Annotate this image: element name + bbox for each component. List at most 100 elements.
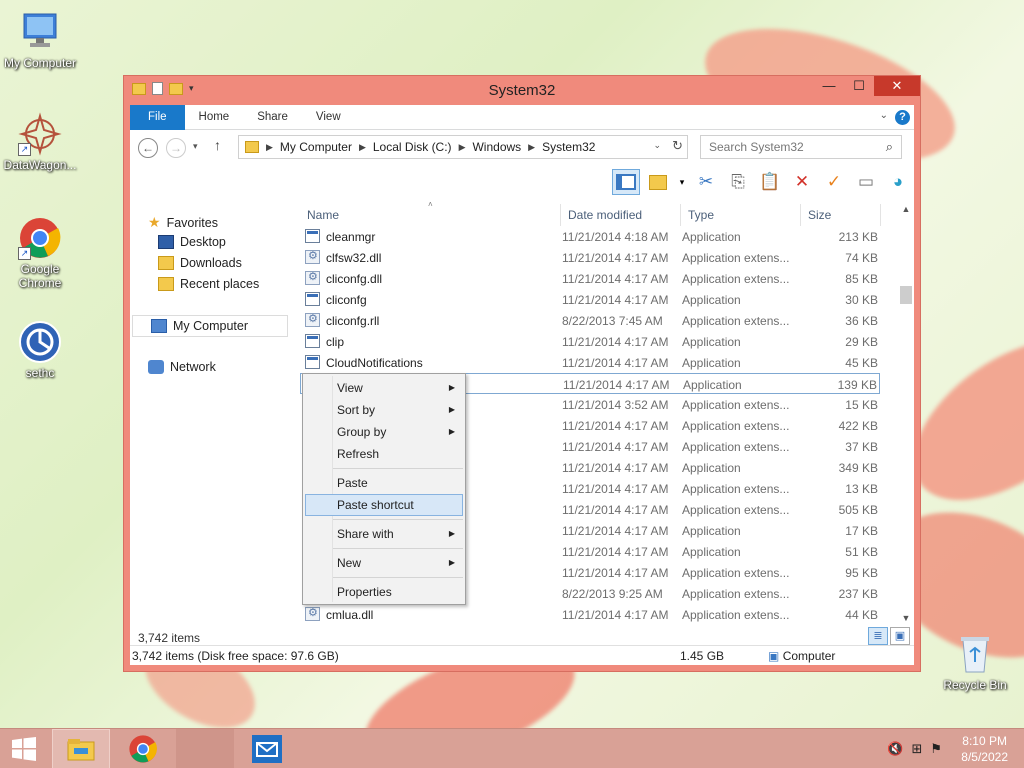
taskbar-app-blank[interactable]: [176, 729, 234, 768]
address-dropdown-icon[interactable]: ⌄: [653, 140, 661, 151]
paste-button[interactable]: 📋: [756, 169, 784, 195]
desktop-icon-my-computer[interactable]: My Computer: [0, 10, 80, 70]
table-row[interactable]: cliconfg.dll 11/21/2014 4:17 AM Applicatio…: [300, 268, 880, 289]
nav-favorites[interactable]: ★ Favorites: [148, 214, 218, 231]
minimize-button[interactable]: —: [814, 76, 844, 96]
submenu-arrow-icon: ▶: [448, 529, 455, 538]
crumb-my-computer[interactable]: My Computer: [280, 140, 352, 154]
desktop-icon-google-chrome[interactable]: ↗ Google Chrome: [0, 216, 80, 290]
table-row[interactable]: cliconfg.rll 8/22/2013 7:45 AM Application…: [300, 310, 880, 331]
menu-item-group-by[interactable]: Group by ▶: [305, 421, 463, 443]
table-row[interactable]: cleanmgr 11/21/2014 4:18 AM Application 213…: [300, 226, 880, 247]
tab-home[interactable]: Home: [185, 105, 244, 130]
taskbar-chrome[interactable]: [114, 729, 172, 768]
menu-item-view[interactable]: View ▶: [305, 377, 463, 399]
menu-item-new[interactable]: New ▶: [305, 552, 463, 574]
crumb-system32[interactable]: System32: [542, 140, 595, 154]
expand-ribbon-chevron-icon[interactable]: ⌄: [880, 110, 888, 121]
back-button[interactable]: ←: [138, 138, 158, 158]
large-icons-view-button[interactable]: ▣: [890, 627, 910, 645]
rename-button[interactable]: ✓: [820, 169, 848, 195]
close-button[interactable]: ✕: [874, 76, 920, 96]
column-header: ˄ Name Date modified Type Size: [300, 200, 902, 226]
title-bar[interactable]: ▾ System32 — ☐ ✕: [124, 76, 920, 104]
preview-pane-button[interactable]: [612, 169, 640, 195]
desktop-icon-sethc[interactable]: sethc: [0, 320, 80, 380]
folder-check-icon: [649, 174, 667, 190]
table-row[interactable]: clip 11/21/2014 4:17 AM Application 29 KB: [300, 331, 880, 352]
menu-item-properties[interactable]: Properties: [305, 581, 463, 603]
scroll-up-icon[interactable]: ▲: [898, 204, 914, 214]
nav-network[interactable]: Network: [148, 360, 216, 374]
crumb-windows[interactable]: Windows: [472, 140, 521, 154]
submenu-arrow-icon: ▶: [448, 427, 455, 436]
folder-options-button[interactable]: [644, 169, 672, 195]
shell-button[interactable]: ◕: [884, 169, 912, 195]
nav-recent-places[interactable]: Recent places: [158, 277, 259, 291]
file-type: Application: [682, 335, 741, 349]
nav-label: My Computer: [173, 319, 249, 333]
tab-file[interactable]: File: [130, 104, 185, 130]
scroll-down-icon[interactable]: ▼: [898, 613, 914, 623]
start-button[interactable]: [0, 729, 48, 768]
column-type[interactable]: Type: [688, 208, 714, 222]
address-bar[interactable]: ▶ My Computer ▶ Local Disk (C:) ▶ Window…: [238, 135, 688, 159]
column-name[interactable]: Name: [307, 208, 339, 222]
table-row[interactable]: clfsw32.dll 11/21/2014 4:17 AM Application…: [300, 247, 880, 268]
taskbar-mail[interactable]: [238, 729, 296, 768]
table-row[interactable]: CloudNotifications 11/21/2014 4:17 AM Appl…: [300, 352, 880, 373]
menu-label: Group by: [337, 425, 387, 439]
delete-button[interactable]: ✕: [788, 169, 816, 195]
desktop-icon-datawagon[interactable]: ↗ DataWagon...: [0, 112, 80, 172]
network-icon[interactable]: ⊞: [911, 741, 922, 757]
crumb-local-disk[interactable]: Local Disk (C:): [373, 140, 452, 154]
vertical-scrollbar[interactable]: ▲ ▼: [898, 200, 914, 625]
nav-my-computer[interactable]: My Computer: [132, 315, 288, 337]
scroll-thumb[interactable]: [900, 286, 912, 304]
nav-desktop[interactable]: Desktop: [158, 235, 226, 249]
menu-item-sort-by[interactable]: Sort by ▶: [305, 399, 463, 421]
table-row[interactable]: cliconfg 11/21/2014 4:17 AM Application 30 …: [300, 289, 880, 310]
file-date: 11/21/2014 4:17 AM: [562, 293, 669, 307]
volume-muted-icon[interactable]: 🔇: [887, 741, 903, 757]
forward-button[interactable]: →: [166, 138, 186, 158]
menu-item-share-with[interactable]: Share with ▶: [305, 523, 463, 545]
taskbar-file-explorer[interactable]: [52, 729, 110, 768]
tab-share[interactable]: Share: [243, 105, 302, 130]
nav-label: Desktop: [180, 235, 226, 249]
desktop-icon-label: Recycle Bin: [943, 678, 1007, 692]
delete-x-icon: ✕: [794, 172, 810, 191]
recent-locations-chevron-icon[interactable]: ▾: [193, 141, 198, 152]
column-date-modified[interactable]: Date modified: [568, 208, 642, 222]
search-input[interactable]: Search System32 ⌕: [700, 135, 902, 159]
menu-item-paste[interactable]: Paste: [305, 472, 463, 494]
crumb-separator[interactable]: ▶: [459, 142, 466, 153]
table-row[interactable]: cmlua.dll 11/21/2014 4:17 AM Application e…: [300, 604, 880, 625]
scissors-icon: ✂: [698, 172, 714, 191]
crumb-separator[interactable]: ▶: [528, 142, 535, 153]
copy-button[interactable]: ⎘: [724, 169, 752, 195]
crumb-separator[interactable]: ▶: [359, 142, 366, 153]
column-size[interactable]: Size: [808, 208, 831, 222]
help-button[interactable]: ?: [895, 110, 910, 125]
action-center-flag-icon[interactable]: ⚑: [930, 741, 942, 757]
details-view-button[interactable]: ≣: [868, 627, 888, 645]
crumb-separator[interactable]: ▶: [266, 142, 273, 153]
desktop-icon-label: DataWagon...: [3, 158, 77, 172]
folder-options-chevron-icon[interactable]: ▾: [676, 169, 688, 195]
refresh-icon[interactable]: ↻: [672, 138, 683, 154]
computer-icon: [18, 10, 62, 54]
clock[interactable]: 8:10 PM 8/5/2022: [961, 733, 1008, 765]
accessibility-icon: [18, 320, 62, 364]
properties-button[interactable]: ▭: [852, 169, 880, 195]
cut-button[interactable]: ✂: [692, 169, 720, 195]
up-button[interactable]: ↑: [214, 137, 221, 153]
tab-view[interactable]: View: [302, 105, 355, 130]
desktop-icon-recycle-bin[interactable]: Recycle Bin: [935, 632, 1015, 692]
menu-item-refresh[interactable]: Refresh: [305, 443, 463, 465]
submenu-arrow-icon: ▶: [448, 558, 455, 567]
nav-downloads[interactable]: Downloads: [158, 256, 242, 270]
menu-item-paste-shortcut[interactable]: Paste shortcut: [305, 494, 463, 516]
maximize-button[interactable]: ☐: [844, 76, 874, 96]
nav-label: Favorites: [166, 215, 218, 230]
